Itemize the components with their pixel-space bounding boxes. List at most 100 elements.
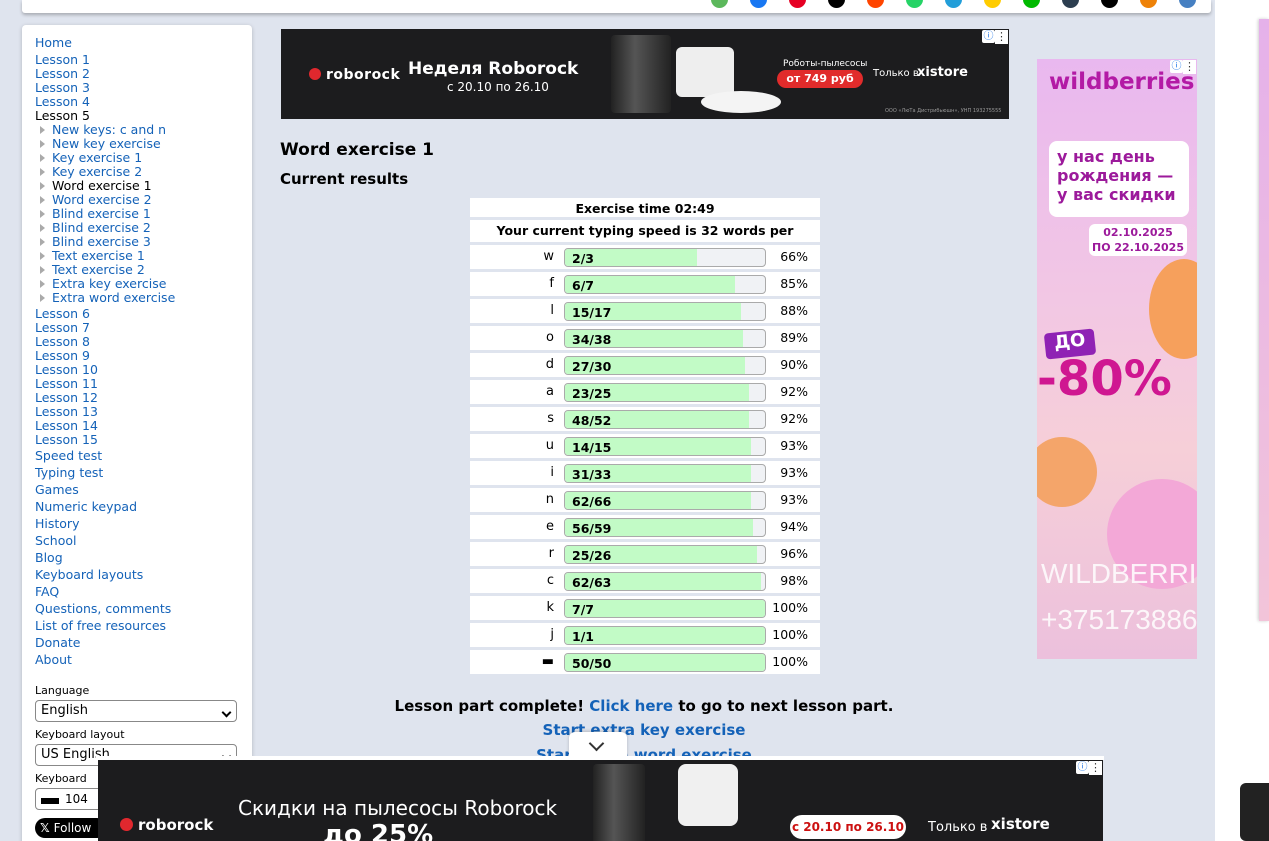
- social-share-icon[interactable]: [1140, 0, 1157, 8]
- sidebar-item[interactable]: FAQ: [35, 585, 252, 602]
- result-key: l: [550, 303, 554, 318]
- sidebar-item[interactable]: Lesson 14: [35, 419, 252, 433]
- sidebar-subitem[interactable]: Key exercise 2: [35, 165, 252, 179]
- complete-suffix: to go to next lesson part.: [678, 697, 894, 715]
- result-key: d: [545, 357, 554, 372]
- social-share-icon[interactable]: [1101, 0, 1118, 8]
- lesson-complete-message: Lesson part complete! Click here to go t…: [280, 697, 1008, 715]
- language-value: English: [41, 703, 88, 718]
- teams-widget-icon[interactable]: [1240, 783, 1269, 841]
- result-progress-bar: 7/7: [564, 599, 766, 618]
- social-share-icon[interactable]: [906, 0, 923, 8]
- sidebar-item[interactable]: Home: [35, 36, 252, 50]
- sidebar-item[interactable]: Lesson 6: [35, 307, 252, 321]
- sidebar-item[interactable]: About: [35, 653, 252, 670]
- ad-top-fine-print: ООО «ЛюТа Дистрибьюшн», УНП 193275555: [885, 108, 1002, 114]
- sidebar-item[interactable]: Questions, comments: [35, 602, 252, 619]
- result-progress-bar: 6/7: [564, 275, 766, 294]
- sidebar-item[interactable]: Lesson 1: [35, 53, 252, 67]
- sidebar-item[interactable]: Lesson 10: [35, 363, 252, 377]
- sidebar-item[interactable]: Lesson 3: [35, 81, 252, 95]
- result-key: k: [546, 600, 554, 615]
- ad-info-icon[interactable]: ⓘ: [1170, 60, 1183, 73]
- social-share-icon[interactable]: [711, 0, 728, 8]
- result-percent: 96%: [780, 546, 808, 561]
- sidebar-item[interactable]: Blog: [35, 551, 252, 568]
- result-progress-fill: [565, 600, 765, 617]
- sidebar-subitem[interactable]: Text exercise 1: [35, 249, 252, 263]
- sidebar-subitem[interactable]: New keys: c and n: [35, 123, 252, 137]
- language-select[interactable]: English: [35, 700, 237, 722]
- result-key: a: [546, 384, 554, 399]
- ad-bottom-headline: Скидки на пылесосы Roborock: [238, 796, 558, 820]
- sidebar-item[interactable]: Lesson 4: [35, 95, 252, 109]
- vacuum-station-image: [593, 764, 645, 841]
- social-share-icon[interactable]: [789, 0, 806, 8]
- sidebar-subitem[interactable]: Extra key exercise: [35, 277, 252, 291]
- sidebar-subitem[interactable]: Extra word exercise: [35, 291, 252, 305]
- social-share-icon[interactable]: [1062, 0, 1079, 8]
- ad-banner-right[interactable]: wildberries у нас день рождения — у вас …: [1037, 59, 1197, 659]
- sidebar-nav-extra: Speed test Typing test Games Numeric keypad…: [35, 449, 252, 670]
- vacuum-dock-image: [678, 764, 738, 826]
- extra-key-exercise-link[interactable]: Start extra key exercise: [280, 721, 1008, 739]
- ad-more-icon[interactable]: ⋮: [1089, 761, 1102, 775]
- sidebar-item[interactable]: Lesson 13: [35, 405, 252, 419]
- result-row: ▬ 50/50 100%: [470, 647, 820, 674]
- sidebar-subitem[interactable]: Word exercise 2: [35, 193, 252, 207]
- sidebar-subitem[interactable]: Word exercise 1: [35, 179, 252, 193]
- sidebar-subitem[interactable]: Key exercise 1: [35, 151, 252, 165]
- sidebar-item[interactable]: Lesson 2: [35, 67, 252, 81]
- social-share-icon[interactable]: [945, 0, 962, 8]
- social-share-icon[interactable]: [984, 0, 1001, 8]
- sidebar-item[interactable]: Lesson 15: [35, 433, 252, 447]
- sidebar-item[interactable]: Keyboard layouts: [35, 568, 252, 585]
- social-share-icon[interactable]: [750, 0, 767, 8]
- sidebar-item[interactable]: Lesson 12: [35, 391, 252, 405]
- sidebar-item[interactable]: Donate: [35, 636, 252, 653]
- result-percent: 92%: [780, 384, 808, 399]
- social-share-icon[interactable]: [1179, 0, 1196, 8]
- sidebar-subitem[interactable]: New key exercise: [35, 137, 252, 151]
- x-logo-icon: 𝕏: [40, 821, 50, 835]
- sidebar-item[interactable]: List of free resources: [35, 619, 252, 636]
- follow-label: Follow: [53, 821, 92, 835]
- sidebar-item[interactable]: Lesson 8: [35, 335, 252, 349]
- sidebar-item[interactable]: School: [35, 534, 252, 551]
- social-share-icon[interactable]: [867, 0, 884, 8]
- sidebar-subitem[interactable]: Blind exercise 3: [35, 235, 252, 249]
- result-row: e 56/59 94%: [470, 512, 820, 539]
- ad-info-icon[interactable]: ⓘ: [982, 30, 995, 43]
- ad-bottom-store: xistore: [991, 815, 1050, 833]
- sidebar: Home Lesson 1 Lesson 2 Lesson 3 Lesson 4 Les…: [22, 25, 252, 841]
- social-share-icon[interactable]: [1023, 0, 1040, 8]
- social-share-icon[interactable]: [828, 0, 845, 8]
- result-progress-bar: 62/63: [564, 572, 766, 591]
- sidebar-subitem[interactable]: Blind exercise 2: [35, 221, 252, 235]
- sidebar-item[interactable]: Typing test: [35, 466, 252, 483]
- sidebar-subitem[interactable]: Text exercise 2: [35, 263, 252, 277]
- result-count: 6/7: [572, 278, 594, 293]
- ad-more-icon[interactable]: ⋮: [1183, 60, 1196, 74]
- sidebar-item[interactable]: Numeric keypad: [35, 500, 252, 517]
- sidebar-item[interactable]: Lesson 7: [35, 321, 252, 335]
- result-percent: 88%: [780, 303, 808, 318]
- ad-more-icon[interactable]: ⋮: [995, 30, 1008, 44]
- sidebar-item[interactable]: Lesson 9: [35, 349, 252, 363]
- sidebar-nav-top: Home Lesson 1 Lesson 2 Lesson 3 Lesson 4: [35, 36, 252, 109]
- sidebar-item[interactable]: Games: [35, 483, 252, 500]
- ad-banner-bottom[interactable]: roborock Скидки на пылесосы Roborock до …: [98, 760, 1103, 841]
- result-percent: 66%: [780, 249, 808, 264]
- x-follow-button[interactable]: 𝕏 Follow: [35, 818, 107, 838]
- sidebar-item[interactable]: Lesson 11: [35, 377, 252, 391]
- sidebar-item[interactable]: Speed test: [35, 449, 252, 466]
- ad-info-icon[interactable]: ⓘ: [1076, 761, 1089, 774]
- vacuum-station-image: [611, 35, 671, 113]
- sidebar-subitem[interactable]: Blind exercise 1: [35, 207, 252, 221]
- sidebar-item[interactable]: History: [35, 517, 252, 534]
- ad-banner-top[interactable]: roborock Неделя Roborock с 20.10 по 26.1…: [281, 29, 1009, 119]
- next-lesson-link[interactable]: Click here: [589, 697, 673, 715]
- sidebar-item-current-lesson[interactable]: Lesson 5: [35, 109, 252, 123]
- result-percent: 93%: [780, 465, 808, 480]
- ad-right-date-1: 02.10.2025: [1103, 226, 1173, 239]
